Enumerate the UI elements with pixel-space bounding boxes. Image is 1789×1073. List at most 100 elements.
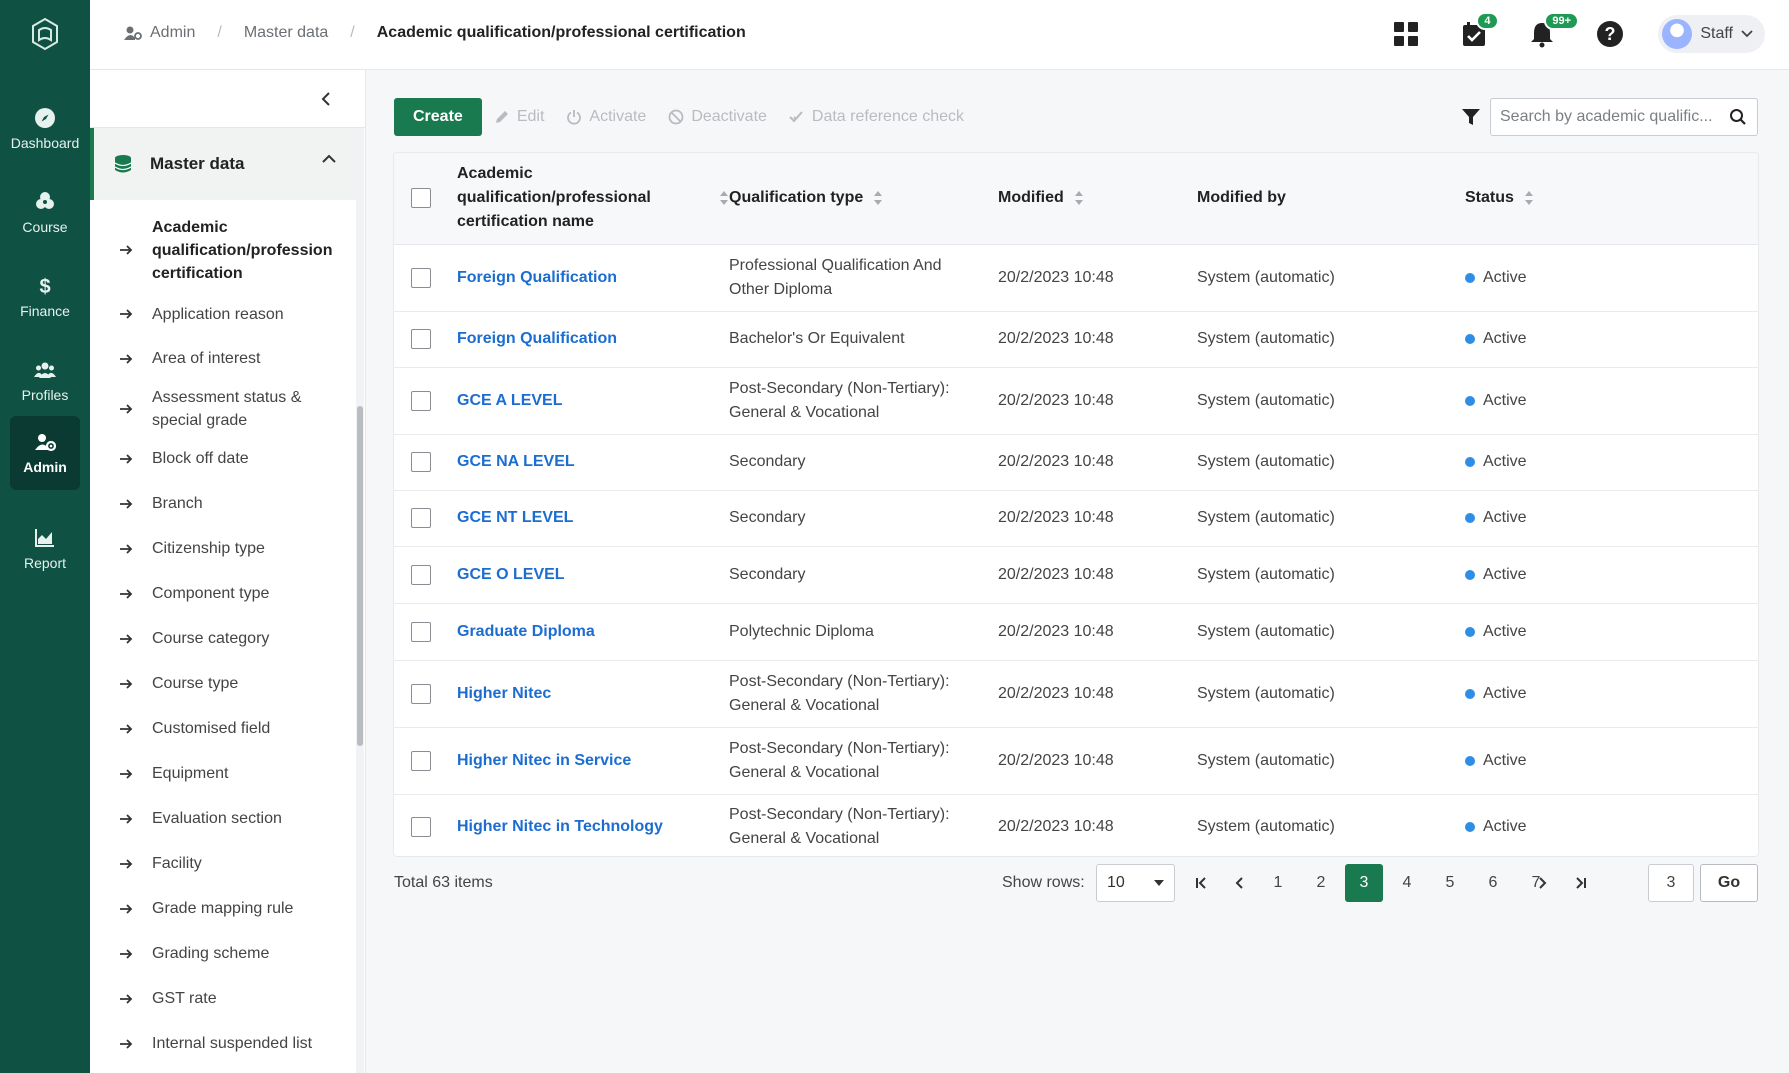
- sidebar-nav-item[interactable]: Evaluation section: [90, 796, 356, 841]
- record-name-link[interactable]: Foreign Qualification: [457, 269, 617, 286]
- page-button[interactable]: 3: [1345, 864, 1383, 902]
- cell-name: Higher Nitec in Technology: [457, 794, 729, 856]
- column-header-status[interactable]: Status: [1465, 153, 1758, 245]
- caret-down-icon: [1154, 880, 1164, 886]
- record-name-link[interactable]: GCE A LEVEL: [457, 392, 563, 409]
- table-row[interactable]: Higher Nitec in Service Post-Secondary (N…: [394, 727, 1758, 795]
- record-name-link[interactable]: GCE O LEVEL: [457, 566, 565, 583]
- sidebar-nav-item[interactable]: GST rate: [90, 976, 356, 1021]
- row-checkbox[interactable]: [411, 508, 431, 528]
- rail-item-course[interactable]: Course: [10, 176, 80, 250]
- row-checkbox[interactable]: [411, 452, 431, 472]
- sidebar-nav-item[interactable]: Course type: [90, 661, 356, 706]
- deactivate-button[interactable]: Deactivate: [668, 108, 767, 126]
- table-row[interactable]: Foreign Qualification Professional Qualif…: [394, 244, 1758, 312]
- rail-item-finance[interactable]: $ Finance: [10, 260, 80, 334]
- arrow-right-icon: [120, 309, 133, 319]
- table-row[interactable]: GCE O LEVEL Secondary 20/2/2023 10:48 Syste…: [394, 546, 1758, 604]
- page-button[interactable]: 4: [1388, 864, 1426, 902]
- record-name-link[interactable]: Higher Nitec in Technology: [457, 818, 663, 835]
- apps-grid-button[interactable]: [1386, 14, 1426, 54]
- go-button[interactable]: Go: [1700, 864, 1758, 902]
- sidebar-nav-item[interactable]: Facility: [90, 841, 356, 886]
- row-checkbox[interactable]: [411, 621, 431, 642]
- sidebar-nav-item[interactable]: Assessment status & special grade: [90, 381, 356, 436]
- page-button[interactable]: 6: [1474, 864, 1512, 902]
- sidebar-nav-item[interactable]: Component type: [90, 571, 356, 616]
- record-name-link[interactable]: GCE NA LEVEL: [457, 453, 575, 470]
- sidebar-nav-item[interactable]: Course category: [90, 616, 356, 661]
- activate-button[interactable]: Activate: [566, 108, 646, 126]
- record-name-link[interactable]: Graduate Diploma: [457, 623, 595, 640]
- sidebar-nav-item[interactable]: Customised field: [90, 706, 356, 751]
- help-button[interactable]: ?: [1590, 14, 1630, 54]
- table-row[interactable]: Higher Nitec in Technology Post-Secondary…: [394, 794, 1758, 856]
- first-page-button[interactable]: [1183, 864, 1221, 902]
- record-name-link[interactable]: Higher Nitec: [457, 685, 551, 702]
- sidebar-nav-item[interactable]: Grade mapping rule: [90, 886, 356, 931]
- sidebar-nav-item[interactable]: Area of interest: [90, 336, 356, 381]
- sidebar-nav-item[interactable]: Application reason: [90, 292, 356, 336]
- record-name-link[interactable]: Higher Nitec in Service: [457, 752, 631, 769]
- sidebar-nav-item[interactable]: Citizenship type: [90, 526, 356, 571]
- create-button[interactable]: Create: [394, 98, 482, 136]
- sidebar-nav-item[interactable]: Branch: [90, 481, 356, 526]
- table-row[interactable]: Graduate Diploma Polytechnic Diploma 20/2/…: [394, 603, 1758, 661]
- sidebar-nav-item[interactable]: Equipment: [90, 751, 356, 796]
- last-page-button[interactable]: [1561, 864, 1599, 902]
- cell-modified: 20/2/2023 10:48: [998, 794, 1197, 856]
- breadcrumb-admin[interactable]: Admin: [124, 24, 195, 42]
- sidebar-nav-item[interactable]: Grading scheme: [90, 931, 356, 976]
- data-reference-check-button[interactable]: Data reference check: [789, 108, 964, 126]
- cell-type-text: Secondary: [729, 565, 806, 583]
- collapse-sidebar-icon[interactable]: [316, 88, 338, 110]
- breadcrumb-master-data[interactable]: Master data: [244, 24, 328, 42]
- prev-page-button[interactable]: [1221, 864, 1259, 902]
- table-row[interactable]: GCE A LEVEL Post-Secondary (Non-Tertiary)…: [394, 367, 1758, 435]
- row-checkbox[interactable]: [411, 267, 431, 288]
- rail-item-dashboard[interactable]: Dashboard: [10, 92, 80, 166]
- column-header-modified[interactable]: Modified: [998, 153, 1197, 245]
- rows-per-page-select[interactable]: 10: [1096, 864, 1175, 902]
- sidebar-section-master-data[interactable]: Master data: [90, 128, 356, 200]
- sidebar-nav-item[interactable]: Internal suspended list: [90, 1021, 356, 1066]
- rail-item-admin[interactable]: Admin: [10, 416, 80, 490]
- sidebar-nav-item[interactable]: Block off date: [90, 436, 356, 481]
- rail-item-profiles[interactable]: Profiles: [10, 344, 80, 418]
- sidebar-section-label: Master data: [150, 154, 245, 173]
- search-icon[interactable]: [1729, 108, 1747, 126]
- filter-icon[interactable]: [1460, 106, 1482, 128]
- row-checkbox[interactable]: [411, 750, 431, 771]
- record-name-link[interactable]: Foreign Qualification: [457, 330, 617, 347]
- page-button[interactable]: 1: [1259, 864, 1297, 902]
- row-checkbox[interactable]: [411, 564, 431, 585]
- page-button[interactable]: 5: [1431, 864, 1469, 902]
- row-checkbox[interactable]: [411, 817, 431, 837]
- database-icon: [114, 155, 132, 173]
- column-header-type[interactable]: Qualification type: [729, 153, 998, 245]
- edit-button[interactable]: Edit: [494, 108, 544, 126]
- calendar-tasks-button[interactable]: 4: [1454, 12, 1499, 54]
- table-row[interactable]: GCE NT LEVEL Secondary 20/2/2023 10:48 Syst…: [394, 490, 1758, 547]
- goto-page-input[interactable]: [1648, 864, 1694, 902]
- sidebar-nav-item[interactable]: Academic qualification/profession certif…: [90, 208, 356, 292]
- cell-type-text: Polytechnic Diploma: [729, 622, 874, 640]
- row-checkbox[interactable]: [411, 683, 431, 704]
- search-input[interactable]: [1491, 99, 1757, 135]
- row-checkbox[interactable]: [411, 390, 431, 411]
- page-button[interactable]: 2: [1302, 864, 1340, 902]
- select-all-checkbox[interactable]: [411, 188, 431, 209]
- table-row[interactable]: Higher Nitec Post-Secondary (Non-Tertiary…: [394, 660, 1758, 728]
- rail-item-report[interactable]: Report: [10, 512, 80, 586]
- next-page-button[interactable]: [1523, 864, 1561, 902]
- notifications-button[interactable]: 99+: [1522, 12, 1580, 54]
- row-checkbox[interactable]: [411, 329, 431, 349]
- app-logo[interactable]: [0, 12, 90, 56]
- column-header-name[interactable]: Academic qualification/professional cert…: [457, 153, 729, 245]
- table-row[interactable]: GCE NA LEVEL Secondary 20/2/2023 10:48 Syst…: [394, 434, 1758, 491]
- user-menu[interactable]: Staff: [1658, 15, 1765, 53]
- breadcrumb-separator: /: [350, 24, 355, 41]
- sidebar-scrollbar-thumb[interactable]: [357, 406, 363, 746]
- table-row[interactable]: Foreign Qualification Bachelor's Or Equiv…: [394, 311, 1758, 368]
- record-name-link[interactable]: GCE NT LEVEL: [457, 509, 573, 526]
